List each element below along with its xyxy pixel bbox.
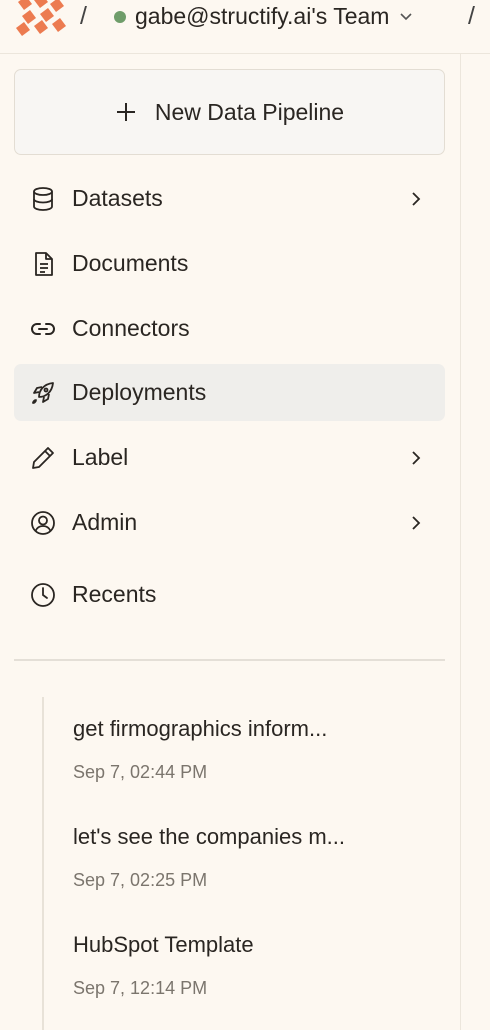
sidebar-item-connectors[interactable]: Connectors bbox=[14, 300, 445, 357]
sidebar-item-deployments[interactable]: Deployments bbox=[14, 364, 445, 421]
recent-item-title: let's see the companies m... bbox=[73, 824, 345, 849]
recent-item[interactable]: get firmographics inform... Sep 7, 02:44… bbox=[73, 716, 443, 783]
team-switcher[interactable]: gabe@structify.ai's Team bbox=[114, 3, 413, 30]
recent-item[interactable]: HubSpot Template Sep 7, 12:14 PM bbox=[73, 932, 443, 999]
database-icon bbox=[33, 186, 53, 211]
sidebar-divider bbox=[14, 659, 445, 661]
chevron-right-icon[interactable] bbox=[409, 515, 423, 531]
sidebar-item-label: Datasets bbox=[72, 185, 163, 211]
recent-item[interactable]: let's see the companies m... Sep 7, 02:2… bbox=[73, 824, 443, 891]
recents-rail bbox=[42, 697, 44, 1030]
chevron-down-icon bbox=[400, 12, 413, 20]
clock-icon bbox=[31, 582, 55, 607]
sidebar-item-recents[interactable]: Recents bbox=[14, 566, 445, 623]
recent-item-title: get firmographics inform... bbox=[73, 716, 328, 741]
sidebar-item-label: Connectors bbox=[72, 315, 190, 341]
recent-item-time: Sep 7, 02:25 PM bbox=[73, 870, 208, 890]
sidebar-item-label: Documents bbox=[72, 250, 189, 276]
user-circle-icon bbox=[31, 510, 55, 535]
plus-icon bbox=[116, 103, 135, 121]
recent-item-time: Sep 7, 02:44 PM bbox=[73, 762, 208, 782]
new-data-pipeline-button[interactable]: New Data Pipeline bbox=[14, 69, 445, 155]
document-icon bbox=[35, 251, 53, 276]
breadcrumb-separator: / bbox=[468, 2, 475, 30]
status-dot-icon bbox=[114, 10, 126, 23]
sidebar-item-datasets[interactable]: Datasets bbox=[14, 170, 445, 227]
new-data-pipeline-label: New Data Pipeline bbox=[154, 98, 345, 125]
chevron-right-icon[interactable] bbox=[409, 450, 423, 466]
team-name: gabe@structify.ai's Team bbox=[135, 3, 390, 29]
rocket-icon bbox=[32, 381, 54, 404]
structify-logo-icon[interactable] bbox=[12, 0, 66, 38]
sidebar-item-label: Deployments bbox=[72, 379, 207, 405]
sidebar-item-label: Admin bbox=[72, 509, 138, 535]
content-divider bbox=[460, 54, 461, 1030]
recent-item-title: HubSpot Template bbox=[73, 932, 254, 957]
pencil-icon bbox=[32, 446, 54, 469]
sidebar-item-label[interactable]: Label bbox=[14, 429, 445, 486]
sidebar-item-admin[interactable]: Admin bbox=[14, 494, 445, 551]
chevron-right-icon[interactable] bbox=[409, 191, 423, 207]
link-icon bbox=[31, 322, 55, 335]
top-bar: / gabe@structify.ai's Team / bbox=[0, 0, 490, 54]
sidebar-item-documents[interactable]: Documents bbox=[14, 235, 445, 292]
sidebar-item-label-text: Label bbox=[72, 444, 129, 470]
recent-item-time: Sep 7, 12:14 PM bbox=[73, 978, 208, 998]
breadcrumb-separator: / bbox=[80, 2, 87, 30]
sidebar-item-label: Recents bbox=[72, 581, 157, 607]
